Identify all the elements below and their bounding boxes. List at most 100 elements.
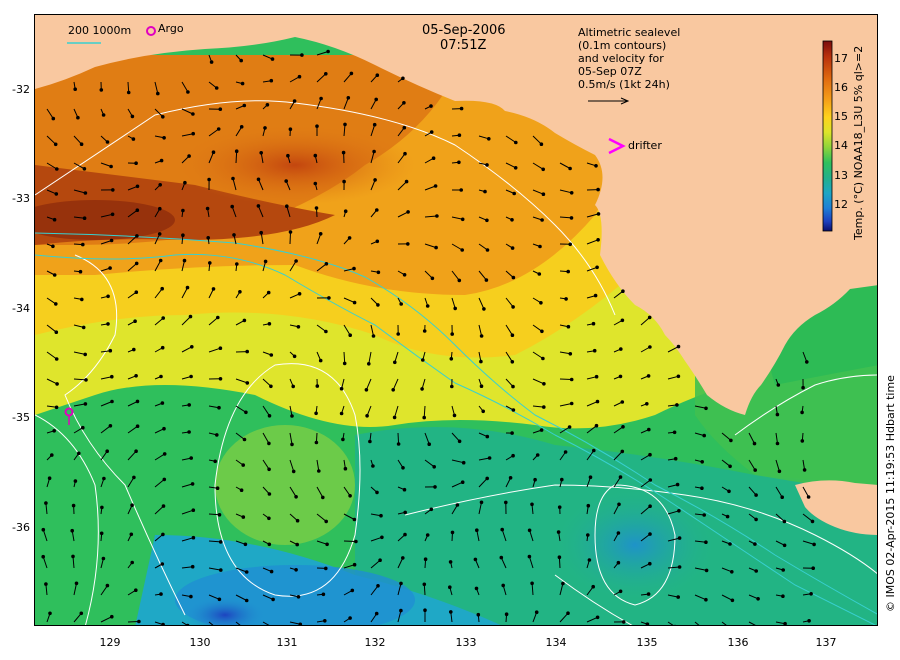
velocity-arrow-head [191, 112, 195, 116]
velocity-arrow-head [235, 262, 239, 266]
velocity-arrow-head [380, 535, 384, 540]
y-tick-minus32: -32 [12, 83, 30, 96]
velocity-arrow-head [99, 88, 104, 92]
velocity-arrow-head [324, 329, 328, 334]
velocity-arrow-head [341, 150, 346, 155]
velocity-arrow-head [372, 149, 376, 154]
velocity-arrow-head [485, 248, 490, 252]
velocity-arrow-head [700, 460, 705, 464]
velocity-arrow-head [350, 588, 355, 593]
velocity-arrow-head [510, 431, 514, 435]
velocity-arrow-head [527, 528, 532, 533]
velocity-arrow-head [321, 592, 326, 597]
velocity-arrow-head [378, 558, 382, 563]
velocity-arrow-head [800, 439, 805, 443]
velocity-arrow-head [99, 531, 104, 536]
velocity-arrow-head [621, 425, 625, 429]
velocity-arrow-head [267, 542, 272, 547]
velocity-arrow-head [811, 566, 816, 571]
colorbar-tick-16: 16 [834, 81, 848, 94]
velocity-arrow-head [617, 502, 621, 507]
velocity-arrow-head [286, 153, 290, 158]
velocity-arrow-head [429, 507, 434, 512]
velocity-arrow-head [393, 360, 397, 365]
velocity-arrow-head [314, 440, 319, 445]
velocity-arrow-head [449, 357, 454, 361]
velocity-arrow-head [675, 403, 679, 407]
velocity-arrow-head [230, 204, 234, 209]
velocity-arrow-head [160, 345, 165, 350]
velocity-arrow-head [161, 622, 165, 625]
velocity-arrow-head [108, 424, 113, 428]
velocity-arrow-head [315, 124, 319, 128]
velocity-arrow-head [430, 276, 435, 281]
argo-legend-label: Argo [158, 22, 184, 35]
velocity-arrow-head [403, 532, 407, 537]
velocity-arrow-head [181, 233, 185, 237]
velocity-arrow-head [263, 259, 268, 264]
velocity-arrow-head [352, 300, 357, 305]
velocity-arrow-head [704, 597, 708, 602]
velocity-arrow-head [243, 542, 248, 547]
sealevel-line-1: Altimetric sealevel [578, 26, 681, 39]
velocity-arrow-head [730, 570, 734, 574]
velocity-arrow-head [501, 583, 506, 588]
velocity-arrow-head [677, 536, 682, 540]
velocity-arrow-head [349, 71, 354, 76]
velocity-arrow-head [55, 167, 59, 171]
velocity-arrow-head [324, 566, 328, 571]
velocity-arrow-head [325, 542, 329, 547]
velocity-arrow-head [475, 528, 479, 533]
velocity-arrow-head [569, 401, 574, 406]
velocity-arrow-head [315, 384, 320, 388]
velocity-arrow-head [512, 191, 517, 196]
velocity-arrow-head [189, 594, 193, 599]
velocity-arrow-head [239, 488, 244, 493]
velocity-arrow-head [324, 262, 329, 266]
velocity-arrow-head [421, 358, 425, 362]
velocity-arrow-head [105, 140, 110, 144]
velocity-arrow-head [159, 158, 164, 163]
velocity-arrow-head [422, 582, 427, 587]
velocity-arrow-head [109, 238, 114, 243]
velocity-arrow-head [401, 466, 405, 470]
velocity-arrow-head [594, 423, 599, 428]
sealevel-line-2: (0.1m contours) [578, 39, 667, 52]
velocity-arrow-head [673, 456, 678, 461]
y-tick-minus36: -36 [12, 521, 30, 534]
x-tick-137: 137 [815, 636, 837, 649]
velocity-arrow-head [460, 480, 465, 485]
velocity-arrow-head [510, 218, 514, 222]
velocity-arrow-head [399, 581, 403, 586]
velocity-arrow-head [185, 285, 190, 290]
y-tick-minus35: -35 [12, 411, 30, 424]
velocity-arrow-head [53, 142, 58, 147]
map-time: 07:51Z [440, 38, 487, 53]
velocity-arrow-head [256, 204, 261, 208]
velocity-arrow-head [130, 560, 134, 565]
velocity-arrow-head [479, 359, 483, 364]
velocity-arrow-head [592, 348, 597, 353]
velocity-arrow-head [510, 360, 515, 364]
velocity-arrow-head [423, 557, 428, 562]
velocity-arrow-head [216, 127, 221, 131]
velocity-arrow-head [291, 384, 296, 389]
velocity-arrow-head [473, 557, 478, 562]
velocity-arrow-head [205, 206, 210, 211]
velocity-arrow-head [265, 103, 270, 107]
velocity-arrow-head [429, 130, 434, 134]
velocity-arrow-head [557, 555, 562, 560]
velocity-arrow-head [348, 494, 352, 498]
velocity-arrow-head [162, 426, 166, 431]
velocity-arrow-head [537, 272, 542, 276]
velocity-arrow-head [100, 505, 104, 510]
velocity-arrow-head [131, 137, 136, 141]
velocity-arrow-head [392, 415, 397, 420]
velocity-arrow-head [343, 209, 348, 213]
velocity-arrow-head [211, 287, 216, 291]
velocity-arrow-head [339, 411, 344, 416]
velocity-arrow-head [232, 233, 236, 237]
velocity-arrow-head [542, 405, 546, 409]
velocity-arrow-head [567, 425, 572, 429]
velocity-arrow-head [321, 495, 325, 500]
